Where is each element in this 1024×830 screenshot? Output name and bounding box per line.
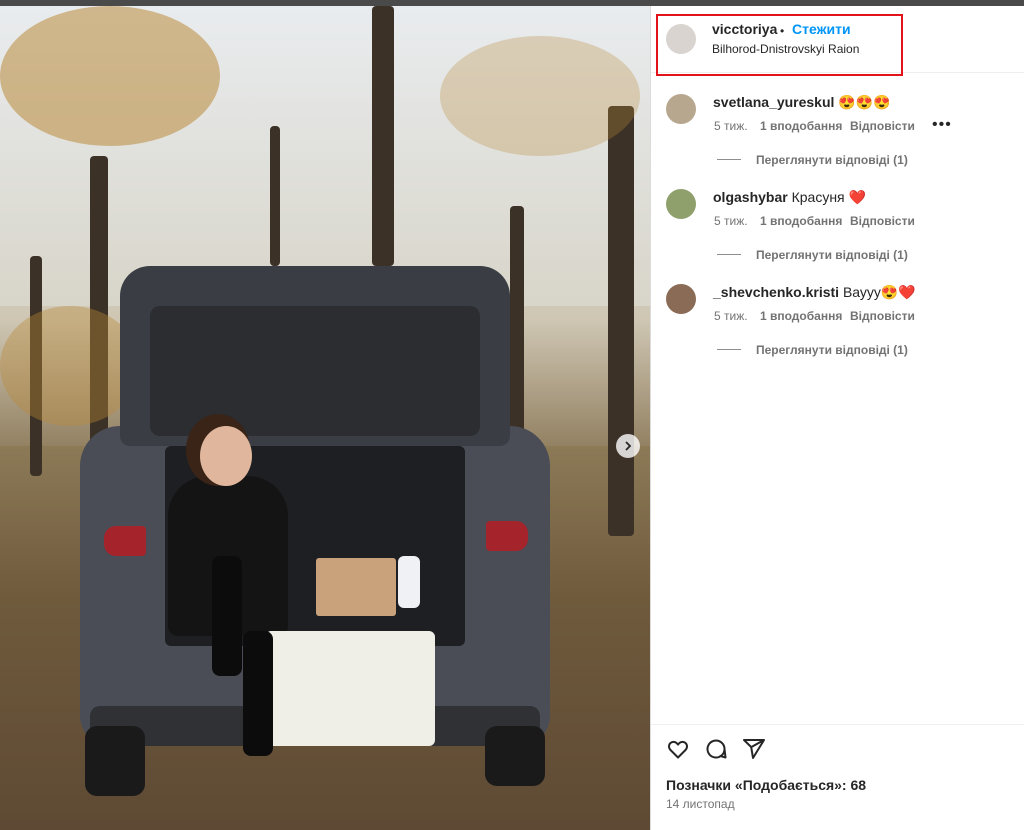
tail-light-left — [104, 526, 146, 556]
foliage — [0, 6, 220, 146]
comment-body: Вауyy😍❤️ — [842, 284, 916, 300]
post-date: 14 листопад — [666, 797, 735, 811]
comment-avatar[interactable] — [666, 189, 696, 219]
highlight-box — [656, 14, 903, 76]
blanket — [265, 631, 435, 746]
comment-button[interactable] — [704, 737, 728, 761]
tree-trunk — [608, 106, 634, 536]
comment-username[interactable]: olgashybar — [713, 189, 788, 205]
view-replies-button[interactable]: Переглянути відповіді (1) — [756, 153, 908, 167]
wheel-left — [85, 726, 145, 796]
more-options-icon[interactable]: ••• — [932, 116, 952, 134]
comment-avatar[interactable] — [666, 94, 696, 124]
reply-button[interactable]: Відповісти — [850, 214, 915, 228]
foliage — [0, 306, 140, 426]
tree-trunk — [270, 126, 280, 266]
replies-line — [717, 254, 741, 255]
tail-light-right — [486, 521, 528, 551]
wheel-right — [485, 726, 545, 786]
comment-age: 5 тиж. — [714, 214, 748, 228]
reply-button[interactable]: Відповісти — [850, 309, 915, 323]
reply-button[interactable]: Відповісти — [850, 119, 915, 133]
comment-icon — [706, 739, 727, 759]
view-replies-button[interactable]: Переглянути відповіді (1) — [756, 343, 908, 357]
car-hatch-inner — [150, 306, 480, 436]
comment-avatar[interactable] — [666, 284, 696, 314]
likes-count[interactable]: Позначки «Подобається»: 68 — [666, 777, 866, 793]
comment-age: 5 тиж. — [714, 119, 748, 133]
comment-likes[interactable]: 1 вподобання — [760, 119, 842, 133]
share-icon — [743, 739, 765, 759]
comment-likes[interactable]: 1 вподобання — [760, 214, 842, 228]
foliage — [440, 36, 640, 156]
tree-trunk — [372, 6, 394, 266]
comment-text: _shevchenko.kristi Вауyy😍❤️ — [713, 284, 916, 301]
replies-line — [717, 349, 741, 350]
view-replies-button[interactable]: Переглянути відповіді (1) — [756, 248, 908, 262]
comment-age: 5 тиж. — [714, 309, 748, 323]
comment-body: 😍😍😍 — [838, 94, 891, 110]
comment-text: olgashybar Красуня ❤️ — [713, 189, 866, 206]
share-button[interactable] — [742, 737, 766, 761]
boot-left — [212, 556, 242, 676]
actions-divider — [651, 724, 1024, 725]
comment-likes[interactable]: 1 вподобання — [760, 309, 842, 323]
comment-username[interactable]: _shevchenko.kristi — [713, 284, 839, 300]
comment-text: svetlana_yureskul 😍😍😍 — [713, 94, 891, 111]
pizza-box — [316, 558, 396, 616]
comment-body: Красуня ❤️ — [791, 189, 866, 205]
heart-icon — [668, 740, 688, 759]
chevron-right-icon — [625, 441, 632, 451]
person-head — [200, 426, 252, 486]
comment-username[interactable]: svetlana_yureskul — [713, 94, 834, 110]
next-photo-button[interactable] — [616, 434, 640, 458]
like-button[interactable] — [666, 737, 690, 761]
boot-right — [243, 631, 273, 756]
replies-line — [717, 159, 741, 160]
thermos — [398, 556, 420, 608]
post-photo[interactable] — [0, 6, 650, 830]
